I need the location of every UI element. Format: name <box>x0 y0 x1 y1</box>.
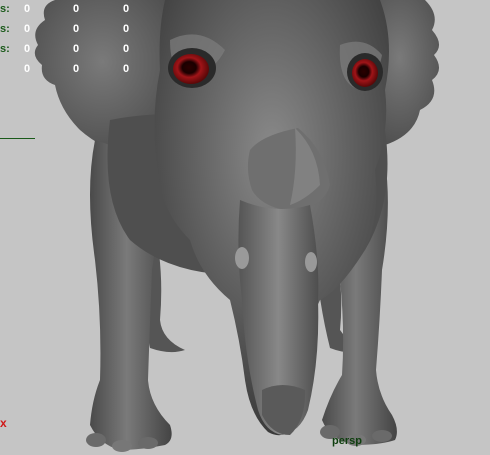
hud-value: 0 <box>123 3 130 15</box>
eye-left <box>173 54 209 84</box>
hud-label: s: <box>0 43 10 55</box>
eye-right <box>352 59 378 87</box>
3d-viewport[interactable]: s: 0 0 0 s: 0 0 0 s: 0 0 0 0 0 0 x persp <box>0 0 490 455</box>
nostril <box>305 252 317 272</box>
toe <box>372 430 392 442</box>
toe <box>138 437 158 449</box>
hud-row: s: 0 0 0 <box>0 43 140 57</box>
camera-label: persp <box>332 435 362 447</box>
hud-row: s: 0 0 0 <box>0 23 140 37</box>
toe <box>112 440 132 452</box>
hud-row: 0 0 0 <box>0 63 140 77</box>
hud-value: 0 <box>24 3 31 15</box>
hud-value: 0 <box>24 23 31 35</box>
hud-value: 0 <box>73 23 80 35</box>
hud-value: 0 <box>73 43 80 55</box>
hud-label: s: <box>0 23 10 35</box>
hud-divider <box>0 138 35 139</box>
hud-value: 0 <box>24 63 31 75</box>
axis-x-label: x <box>0 416 7 430</box>
hud-value: 0 <box>123 23 130 35</box>
hud-value: 0 <box>123 43 130 55</box>
toe <box>86 433 106 447</box>
hud-value: 0 <box>24 43 31 55</box>
hud-value: 0 <box>73 63 80 75</box>
hud-value: 0 <box>123 63 130 75</box>
nostril <box>235 247 249 269</box>
hud-row: s: 0 0 0 <box>0 3 140 17</box>
hud-value: 0 <box>73 3 80 15</box>
hud-label: s: <box>0 3 10 15</box>
